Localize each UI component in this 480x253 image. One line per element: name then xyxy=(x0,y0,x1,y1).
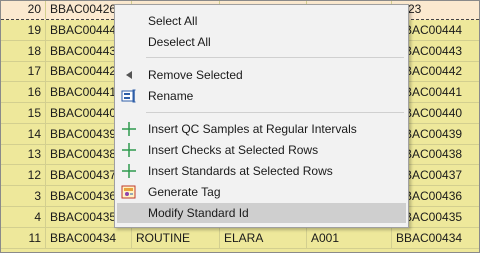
menu-item-label: Insert Checks at Selected Rows xyxy=(148,143,319,157)
table-row[interactable]: 11 BBAC00434 ROUTINE ELARA A001 BBAC00434 xyxy=(1,228,479,249)
menu-item-label: Insert Standards at Selected Rows xyxy=(148,164,333,178)
menu-item-insert-checks[interactable]: Insert Checks at Selected Rows xyxy=(117,140,406,160)
row-number-cell[interactable]: 11 xyxy=(1,228,46,248)
row-number-cell[interactable]: 18 xyxy=(1,41,46,61)
menu-item-rename[interactable]: Rename xyxy=(117,86,406,106)
context-menu: Select All Deselect All Remove Selected xyxy=(114,4,409,228)
row-number-cell[interactable]: 12 xyxy=(1,165,46,185)
row-number-cell[interactable]: 15 xyxy=(1,103,46,123)
row-number-cell[interactable]: 20 xyxy=(1,1,46,19)
menu-item-select-all[interactable]: Select All xyxy=(117,11,406,31)
menu-item-modify-standard-id[interactable]: Modify Standard Id xyxy=(117,203,406,223)
plus-icon xyxy=(121,121,137,137)
sample-type-cell[interactable]: ROUTINE xyxy=(132,228,220,248)
menu-item-label: Insert QC Samples at Regular Intervals xyxy=(148,122,357,136)
position-cell[interactable]: A001 xyxy=(307,228,392,248)
menu-item-insert-standards[interactable]: Insert Standards at Selected Rows xyxy=(117,161,406,181)
row-number-cell[interactable]: 14 xyxy=(1,124,46,144)
menu-item-label: Select All xyxy=(148,14,198,28)
instrument-cell[interactable]: ELARA xyxy=(220,228,307,248)
row-number-cell[interactable]: 16 xyxy=(1,82,46,102)
menu-separator xyxy=(146,112,404,113)
menu-item-label: Modify Standard Id xyxy=(148,206,249,220)
menu-item-insert-qc-samples[interactable]: Insert QC Samples at Regular Intervals xyxy=(117,119,406,139)
menu-separator xyxy=(146,57,404,58)
row-number-cell[interactable]: 4 xyxy=(1,207,46,227)
triangle-left-icon xyxy=(121,67,137,83)
row-number-cell[interactable]: 13 xyxy=(1,144,46,164)
rename-icon xyxy=(121,88,137,104)
sample-id-cell[interactable]: BBAC00434 xyxy=(46,228,132,248)
menu-item-remove-selected[interactable]: Remove Selected xyxy=(117,65,406,85)
menu-item-label: Remove Selected xyxy=(148,68,243,82)
plus-icon xyxy=(121,163,137,179)
tag-icon xyxy=(121,184,137,200)
menu-item-deselect-all[interactable]: Deselect All xyxy=(117,32,406,52)
sample-grid-frame: 20BBAC00426S-2319BBAC00444BBAC0044418BBA… xyxy=(0,0,480,253)
menu-item-label: Rename xyxy=(148,89,194,103)
row-number-cell[interactable]: 3 xyxy=(1,186,46,206)
standard-id-cell[interactable]: BBAC00434 xyxy=(392,228,479,248)
row-number-cell[interactable]: 17 xyxy=(1,61,46,81)
menu-item-label: Generate Tag xyxy=(148,185,221,199)
menu-item-label: Deselect All xyxy=(148,35,211,49)
plus-icon xyxy=(121,142,137,158)
menu-item-generate-tag[interactable]: Generate Tag xyxy=(117,182,406,202)
row-number-cell[interactable]: 19 xyxy=(1,20,46,40)
